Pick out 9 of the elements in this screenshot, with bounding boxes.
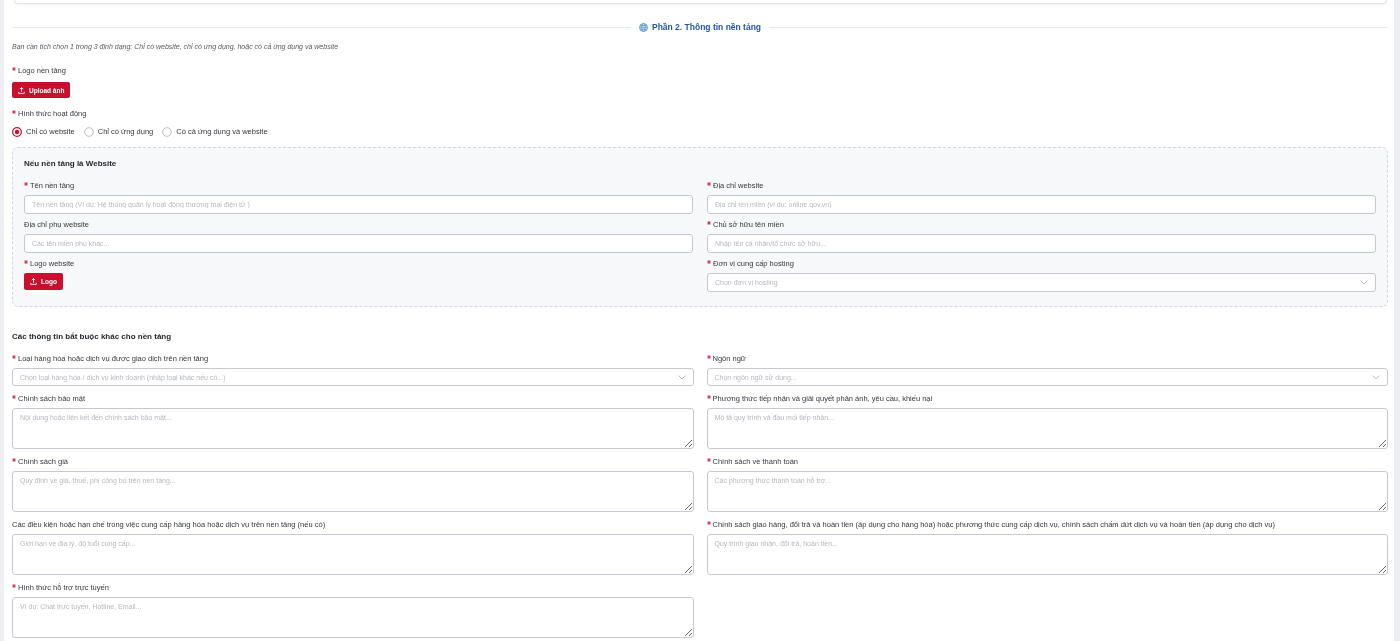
chevron-down-icon	[1372, 374, 1380, 380]
panel-title: Nếu nền tảng là Website	[24, 159, 118, 169]
upload-icon	[30, 278, 37, 285]
section-heading: Các thông tin bắt buộc khác cho nền tảng	[12, 332, 173, 342]
section-title: Phần 2. Thông tin nền tảng	[651, 22, 762, 33]
chevron-down-icon	[677, 374, 686, 380]
globe-icon	[638, 23, 648, 32]
upload-icon	[18, 86, 25, 94]
chevron-down-icon	[1360, 280, 1368, 285]
